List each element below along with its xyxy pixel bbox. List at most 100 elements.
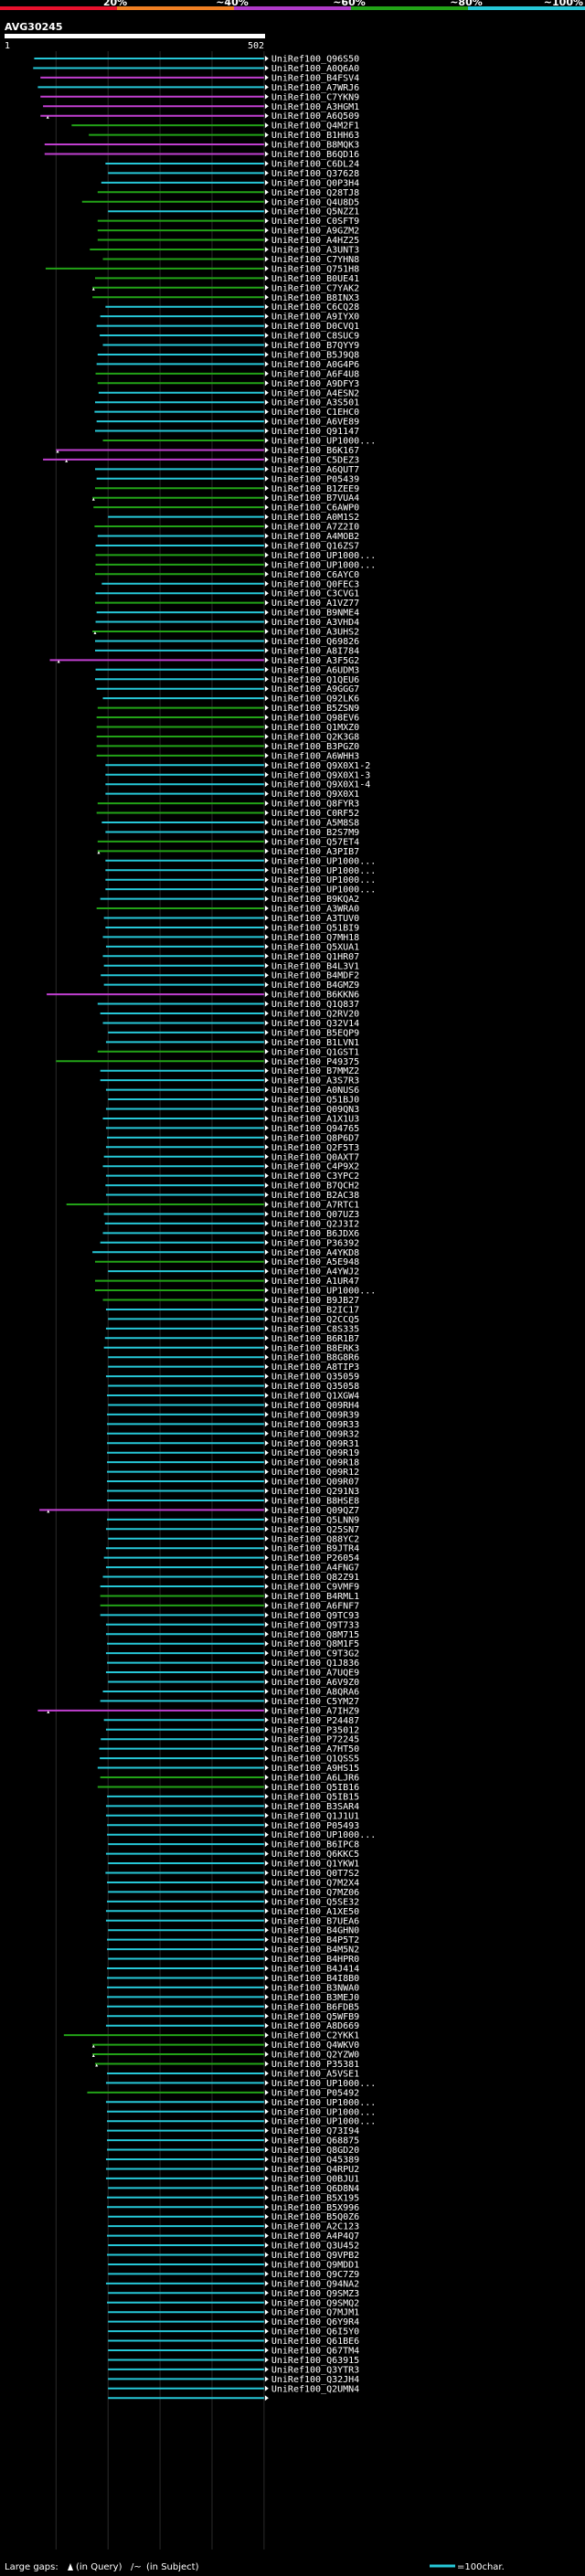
- subject-label[interactable]: UniRef100_B5X195: [271, 2193, 359, 2203]
- subject-label[interactable]: UniRef100_Q68875: [271, 2136, 359, 2147]
- subject-label[interactable]: UniRef100_C8S335: [271, 1324, 359, 1334]
- subject-label[interactable]: UniRef100_B5Q0Z6: [271, 2212, 359, 2222]
- subject-label[interactable]: UniRef100_Q2UMN4: [271, 2384, 359, 2394]
- subject-label[interactable]: UniRef100_Q9SMQ2: [271, 2298, 359, 2308]
- subject-label[interactable]: UniRef100_Q2F5T3: [271, 1143, 359, 1153]
- subject-label[interactable]: UniRef100_UP1000...: [271, 560, 376, 570]
- subject-label[interactable]: UniRef100_A7UQE9: [271, 1669, 359, 1679]
- subject-label[interactable]: UniRef100_Q28TJ8: [271, 188, 359, 198]
- subject-label[interactable]: UniRef100_Q7MZ06: [271, 1888, 359, 1898]
- subject-label[interactable]: UniRef100_B2S7M9: [271, 828, 359, 838]
- subject-label[interactable]: UniRef100_A5VSE1: [271, 2069, 359, 2079]
- subject-label[interactable]: UniRef100_A9IYX0: [271, 313, 359, 323]
- subject-label[interactable]: UniRef100_P26054: [271, 1553, 359, 1564]
- subject-label[interactable]: UniRef100_A0G4P6: [271, 360, 359, 370]
- subject-label[interactable]: UniRef100_A7RTC1: [271, 1201, 359, 1211]
- subject-label[interactable]: UniRef100_C6CQ28: [271, 302, 359, 313]
- subject-label[interactable]: UniRef100_A8I784: [271, 646, 359, 656]
- subject-label[interactable]: UniRef100_Q09R39: [271, 1410, 359, 1420]
- subject-label[interactable]: UniRef100_Q5WFB9: [271, 2012, 359, 2022]
- subject-label[interactable]: UniRef100_B8HSE8: [271, 1496, 359, 1506]
- subject-label[interactable]: UniRef100_B4P5T2: [271, 1935, 359, 1945]
- subject-label[interactable]: UniRef100_Q09QN3: [271, 1105, 359, 1115]
- subject-label[interactable]: UniRef100_C8SUC9: [271, 332, 359, 342]
- subject-label[interactable]: UniRef100_P49375: [271, 1057, 359, 1067]
- subject-label[interactable]: UniRef100_Q09R33: [271, 1420, 359, 1430]
- subject-label[interactable]: UniRef100_Q0BJU1: [271, 2174, 359, 2184]
- subject-label[interactable]: UniRef100_Q51BI9: [271, 923, 359, 933]
- subject-label[interactable]: UniRef100_Q2RV20: [271, 1010, 359, 1020]
- subject-label[interactable]: UniRef100_Q92LK6: [271, 694, 359, 705]
- subject-label[interactable]: UniRef100_B0UE41: [271, 274, 359, 284]
- subject-label[interactable]: UniRef100_A7Z2I0: [271, 523, 359, 533]
- subject-label[interactable]: UniRef100_Q61BE6: [271, 2337, 359, 2347]
- subject-label[interactable]: UniRef100_Q57ET4: [271, 837, 359, 847]
- subject-label[interactable]: UniRef100_C4P9X2: [271, 1162, 359, 1172]
- subject-label[interactable]: UniRef100_Q1YKW1: [271, 1860, 359, 1870]
- subject-label[interactable]: UniRef100_C9T3G2: [271, 1649, 359, 1659]
- subject-label[interactable]: UniRef100_Q8P6D7: [271, 1133, 359, 1143]
- subject-label[interactable]: UniRef100_Q32JH4: [271, 2375, 359, 2385]
- subject-label[interactable]: UniRef100_A6WHH3: [271, 751, 359, 761]
- subject-label[interactable]: UniRef100_A1UR47: [271, 1277, 359, 1287]
- subject-label[interactable]: UniRef100_P05493: [271, 1821, 359, 1831]
- subject-label[interactable]: UniRef100_Q8FYR3: [271, 800, 359, 810]
- subject-label[interactable]: UniRef100_Q0P3H4: [271, 178, 359, 188]
- subject-label[interactable]: UniRef100_Q9VPB2: [271, 2251, 359, 2261]
- subject-label[interactable]: UniRef100_A9HS15: [271, 1764, 359, 1774]
- subject-label[interactable]: UniRef100_C3CVG1: [271, 589, 359, 599]
- subject-label[interactable]: UniRef100_Q6I5Y0: [271, 2327, 359, 2337]
- subject-label[interactable]: UniRef100_Q5XUA1: [271, 942, 359, 952]
- subject-label[interactable]: UniRef100_A9DFY3: [271, 379, 359, 389]
- subject-label[interactable]: UniRef100_B4MDF2: [271, 971, 359, 981]
- subject-label[interactable]: UniRef100_Q4RPU2: [271, 2165, 359, 2175]
- subject-label[interactable]: UniRef100_UP1000...: [271, 885, 376, 896]
- subject-label[interactable]: UniRef100_Q09R31: [271, 1439, 359, 1449]
- subject-label[interactable]: UniRef100_Q63915: [271, 2356, 359, 2366]
- subject-label[interactable]: UniRef100_UP1000...: [271, 856, 376, 866]
- subject-label[interactable]: UniRef100_A0M1S2: [271, 513, 359, 523]
- subject-label[interactable]: UniRef100_Q6Y9R4: [271, 2317, 359, 2327]
- subject-label[interactable]: UniRef100_B1ZEE9: [271, 484, 359, 494]
- subject-label[interactable]: UniRef100_C9VMF9: [271, 1583, 359, 1593]
- subject-label[interactable]: UniRef100_Q35059: [271, 1373, 359, 1383]
- subject-label[interactable]: UniRef100_Q09R18: [271, 1458, 359, 1468]
- subject-label[interactable]: UniRef100_B9JB27: [271, 1296, 359, 1306]
- subject-label[interactable]: UniRef100_P35012: [271, 1725, 359, 1735]
- subject-label[interactable]: UniRef100_UP1000...: [271, 1830, 376, 1840]
- subject-label[interactable]: UniRef100_P24487: [271, 1716, 359, 1726]
- subject-label[interactable]: UniRef100_Q291N3: [271, 1487, 359, 1497]
- subject-label[interactable]: UniRef100_A4YWJ2: [271, 1267, 359, 1277]
- subject-label[interactable]: UniRef100_C3YPC2: [271, 1171, 359, 1182]
- subject-label[interactable]: UniRef100_A7IHZ9: [271, 1706, 359, 1716]
- subject-label[interactable]: UniRef100_Q4M2F1: [271, 122, 359, 132]
- subject-label[interactable]: UniRef100_Q45389: [271, 2156, 359, 2166]
- subject-label[interactable]: UniRef100_B4I8B0: [271, 1974, 359, 1984]
- subject-label[interactable]: UniRef100_A0Q6A0: [271, 64, 359, 74]
- subject-label[interactable]: UniRef100_Q1QEU6: [271, 675, 359, 685]
- subject-label[interactable]: UniRef100_Q37628: [271, 169, 359, 179]
- subject-label[interactable]: UniRef100_A4ESN2: [271, 388, 359, 398]
- subject-label[interactable]: UniRef100_C5DEZ3: [271, 455, 359, 465]
- subject-label[interactable]: UniRef100_Q5IB16: [271, 1783, 359, 1793]
- subject-label[interactable]: UniRef100_A4YKD8: [271, 1248, 359, 1258]
- subject-label[interactable]: UniRef100_Q9C7Z9: [271, 2270, 359, 2280]
- subject-label[interactable]: UniRef100_B2IC17: [271, 1305, 359, 1315]
- subject-label[interactable]: UniRef100_C7YHN8: [271, 255, 359, 265]
- subject-label[interactable]: UniRef100_B6IPC8: [271, 1840, 359, 1850]
- subject-label[interactable]: UniRef100_Q1XGW4: [271, 1392, 359, 1402]
- subject-label[interactable]: UniRef100_A1X1U3: [271, 1114, 359, 1124]
- subject-label[interactable]: UniRef100_Q09R07: [271, 1478, 359, 1488]
- subject-label[interactable]: UniRef100_B1HH63: [271, 131, 359, 141]
- subject-label[interactable]: UniRef100_Q5SE32: [271, 1897, 359, 1907]
- subject-label[interactable]: UniRef100_C7YAK2: [271, 283, 359, 293]
- subject-label[interactable]: UniRef100_B8G8R6: [271, 1353, 359, 1363]
- subject-label[interactable]: UniRef100_B4HPR0: [271, 1955, 359, 1965]
- subject-label[interactable]: UniRef100_A3S501: [271, 398, 359, 408]
- subject-label[interactable]: UniRef100_C5YM27: [271, 1697, 359, 1707]
- subject-label[interactable]: UniRef100_B7QCH2: [271, 1182, 359, 1192]
- subject-label[interactable]: UniRef100_UP1000...: [271, 866, 376, 876]
- subject-label[interactable]: UniRef100_P35381: [271, 2060, 359, 2070]
- subject-label[interactable]: UniRef100_Q88YC2: [271, 1534, 359, 1544]
- subject-label[interactable]: UniRef100_Q751H8: [271, 264, 359, 274]
